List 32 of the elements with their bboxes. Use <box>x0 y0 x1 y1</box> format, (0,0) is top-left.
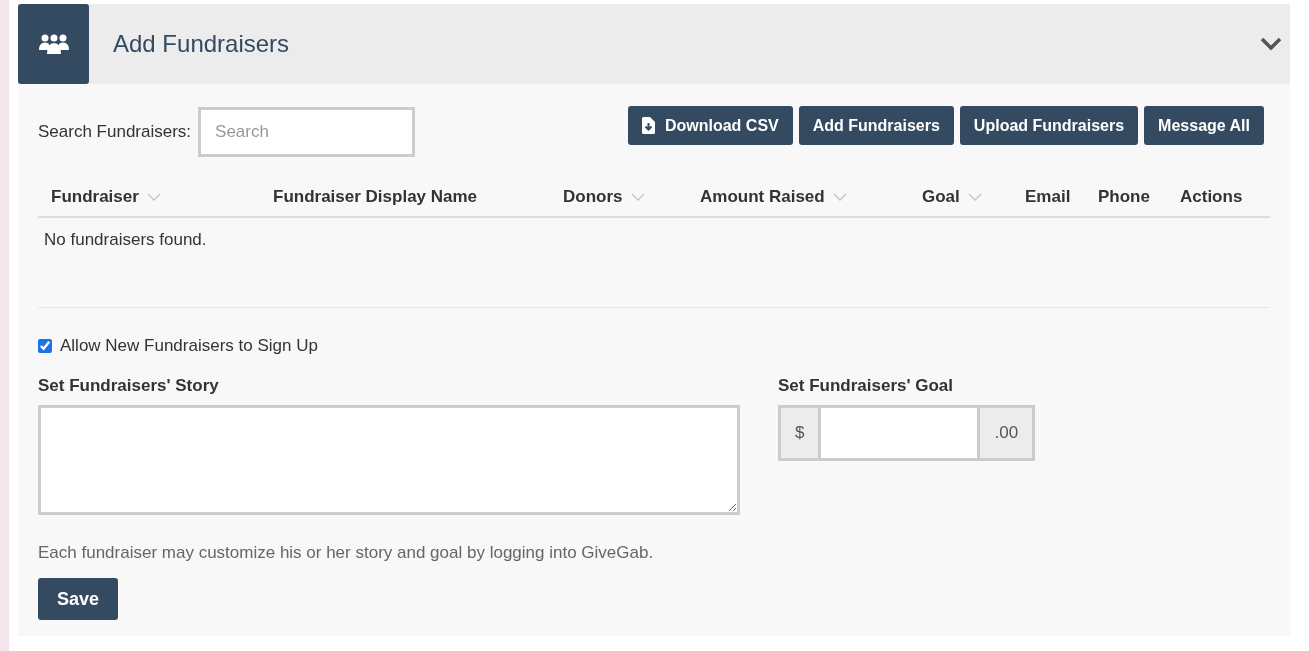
column-header: Actions <box>1180 187 1243 207</box>
panel-title: Add Fundraisers <box>113 30 291 58</box>
panel-header[interactable]: Add Fundraisers <box>18 4 1290 84</box>
empty-message: No fundraisers found. <box>44 230 207 250</box>
column-header: Email <box>1025 187 1071 207</box>
checkbox[interactable] <box>38 339 52 353</box>
column-header[interactable]: Goal <box>922 187 960 207</box>
search-label: Search Fundraisers: <box>38 122 192 142</box>
column-header[interactable]: Donors <box>563 187 623 207</box>
search-field[interactable]: Search <box>198 107 416 157</box>
toolbar-button[interactable]: Add Fundraisers <box>798 106 954 145</box>
column-header: Fundraiser Display Name <box>273 187 478 207</box>
toolbar-button[interactable]: Message All <box>1144 106 1264 145</box>
currency-prefix: $ <box>781 408 822 458</box>
cents-suffix: .00 <box>977 408 1033 458</box>
checkbox-label: Allow New Fundraisers to Sign Up <box>60 336 318 356</box>
column-header[interactable]: Fundraiser <box>51 187 139 207</box>
column-header: Phone <box>1098 187 1150 207</box>
story-field[interactable] <box>38 405 740 515</box>
toolbar-button[interactable]: Upload Fundraisers <box>959 106 1139 145</box>
save-button[interactable]: Save <box>38 578 119 620</box>
sort-chevron-icon[interactable] <box>832 193 847 201</box>
file-download-icon <box>641 117 655 134</box>
story-label: Set Fundraisers' Story <box>38 376 220 396</box>
sort-chevron-icon[interactable] <box>630 193 645 201</box>
column-header[interactable]: Amount Raised <box>700 187 825 207</box>
help-text: Each fundraiser may customize his or her story and goal by logging into GiveGab. <box>38 543 654 563</box>
sort-chevron-icon[interactable] <box>967 193 982 201</box>
sort-chevron-icon[interactable] <box>146 193 161 201</box>
chevron-down-icon[interactable] <box>1260 37 1282 51</box>
goal-label: Set Fundraisers' Goal <box>778 376 955 396</box>
toolbar-button[interactable]: Download CSV <box>627 106 793 145</box>
